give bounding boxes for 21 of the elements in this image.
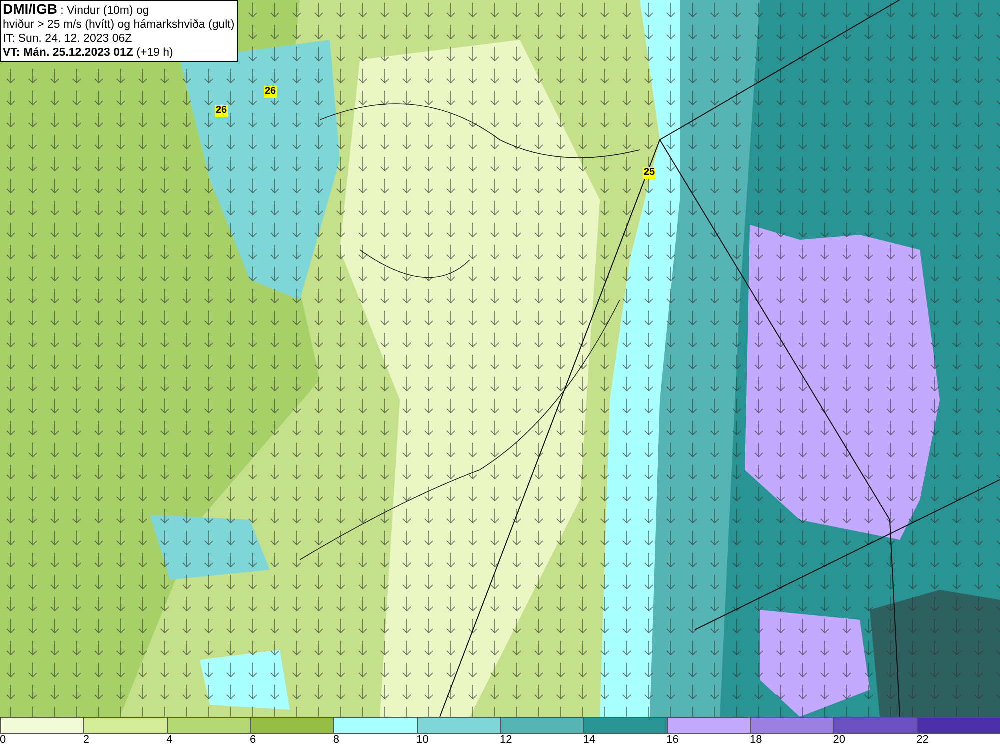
legend-tick-label: 14 xyxy=(583,734,596,747)
legend-tick-label: 12 xyxy=(500,734,512,747)
lead-time-text: (+19 h) xyxy=(136,47,174,59)
legend-tick-label: 8 xyxy=(333,734,340,747)
source-label: DMI/IGB xyxy=(3,1,58,17)
legend-tick-label: 18 xyxy=(750,734,762,747)
legend-tick-label: 10 xyxy=(416,734,429,747)
gust-label: 26 xyxy=(264,86,278,98)
legend-tick-label: 0 xyxy=(0,734,6,747)
subtitle-text: hviður > 25 m/s (hvítt) og hámarkshviða (gult) xyxy=(3,18,235,32)
legend-tick-label: 6 xyxy=(250,734,256,747)
legend-tick-label: 2 xyxy=(83,734,90,747)
legend-tick-label: 20 xyxy=(833,734,846,747)
title-text: : Vindur (10m) og xyxy=(60,5,150,17)
legend-tick-label: 22 xyxy=(916,734,929,747)
initial-time-text: IT: Sun. 24. 12. 2023 06Z xyxy=(3,32,134,46)
legend-tick-label: 16 xyxy=(666,734,679,747)
legend-tick-label: 4 xyxy=(166,734,173,747)
gust-label: 26 xyxy=(215,105,228,117)
gust-label: 25 xyxy=(643,167,656,179)
valid-time-text: VT: Mán. 25.12.2023 01Z xyxy=(3,47,134,59)
